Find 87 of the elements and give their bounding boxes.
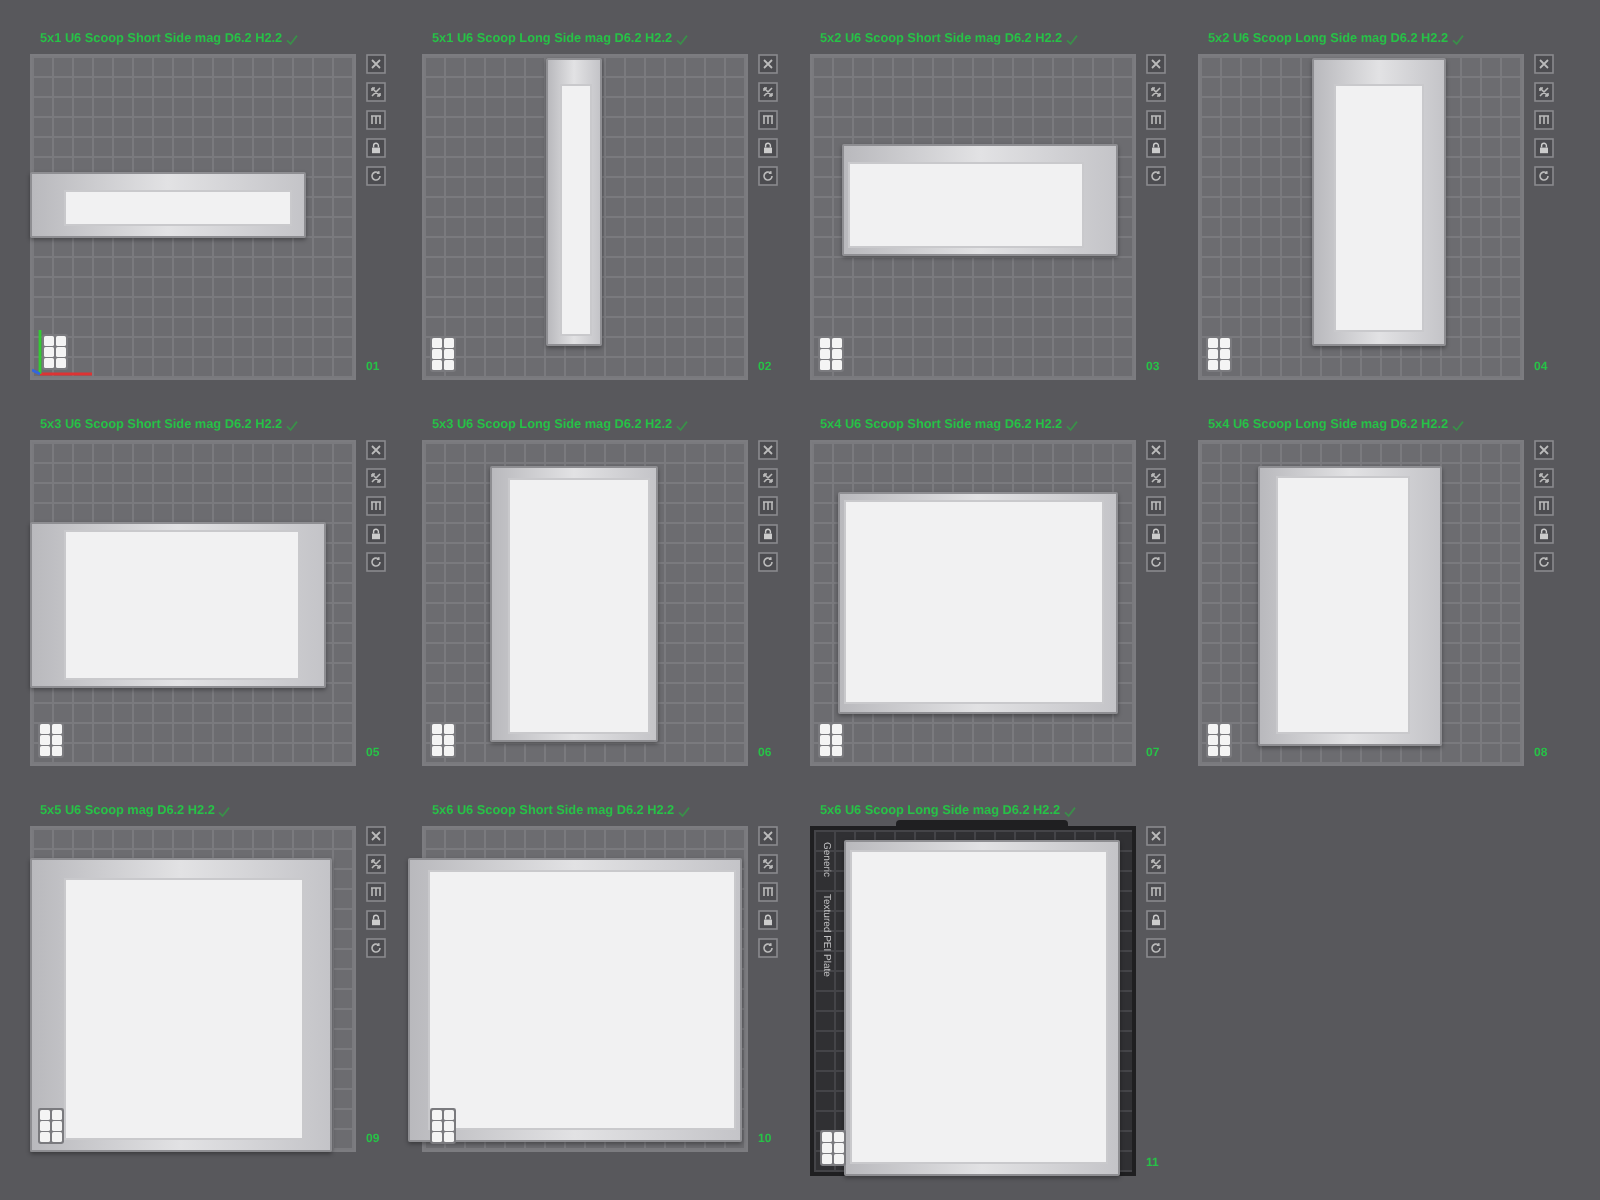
build-plate[interactable] (1198, 54, 1524, 380)
build-plate[interactable] (30, 440, 356, 766)
axes-icon (32, 330, 92, 378)
grid-tiles-icon (38, 722, 64, 758)
grid-tiles-icon (430, 1108, 456, 1144)
bars-icon[interactable] (1146, 110, 1166, 130)
bars-icon[interactable] (366, 882, 386, 902)
close-icon[interactable] (1146, 440, 1166, 460)
rotate-icon[interactable] (1146, 166, 1166, 186)
cross-arrows-icon[interactable] (758, 854, 778, 874)
grid-tiles-icon (42, 334, 68, 370)
lock-icon[interactable] (366, 524, 386, 544)
grid-tiles-icon (430, 722, 456, 758)
cross-arrows-icon[interactable] (1146, 468, 1166, 488)
lock-icon[interactable] (366, 138, 386, 158)
bars-icon[interactable] (1146, 882, 1166, 902)
build-plate[interactable] (810, 54, 1136, 380)
check-icon (676, 420, 689, 432)
build-plate[interactable] (422, 440, 748, 766)
check-icon (676, 34, 689, 46)
lock-icon[interactable] (1146, 138, 1166, 158)
build-plate[interactable] (30, 826, 356, 1152)
build-plate[interactable] (422, 54, 748, 380)
rotate-icon[interactable] (366, 166, 386, 186)
cross-arrows-icon[interactable] (758, 468, 778, 488)
rotate-icon[interactable] (1146, 552, 1166, 572)
rotate-icon[interactable] (1534, 166, 1554, 186)
check-icon (1066, 34, 1079, 46)
rotate-icon[interactable] (366, 938, 386, 958)
grid-tiles-icon (38, 1108, 64, 1144)
build-plate[interactable] (810, 440, 1136, 766)
cross-arrows-icon[interactable] (1146, 854, 1166, 874)
cross-arrows-icon[interactable] (758, 82, 778, 102)
grid-tiles-icon (820, 1130, 846, 1166)
lock-icon[interactable] (1534, 138, 1554, 158)
close-icon[interactable] (366, 440, 386, 460)
check-icon (1064, 806, 1077, 818)
lock-icon[interactable] (758, 138, 778, 158)
rotate-icon[interactable] (366, 552, 386, 572)
close-icon[interactable] (1534, 54, 1554, 74)
grid-tiles-icon (1206, 336, 1232, 372)
cross-arrows-icon[interactable] (1534, 468, 1554, 488)
lock-icon[interactable] (1146, 524, 1166, 544)
lock-icon[interactable] (758, 524, 778, 544)
cross-arrows-icon[interactable] (1534, 82, 1554, 102)
bars-icon[interactable] (1534, 110, 1554, 130)
close-icon[interactable] (1146, 54, 1166, 74)
build-plate[interactable] (1198, 440, 1524, 766)
lock-icon[interactable] (366, 910, 386, 930)
check-icon (1452, 420, 1465, 432)
bars-icon[interactable] (758, 496, 778, 516)
close-icon[interactable] (1534, 440, 1554, 460)
rotate-icon[interactable] (758, 166, 778, 186)
lock-icon[interactable] (1534, 524, 1554, 544)
rotate-icon[interactable] (1146, 938, 1166, 958)
lock-icon[interactable] (1146, 910, 1166, 930)
close-icon[interactable] (366, 54, 386, 74)
rotate-icon[interactable] (758, 938, 778, 958)
lock-icon[interactable] (758, 910, 778, 930)
grid-tiles-icon (818, 722, 844, 758)
bars-icon[interactable] (1146, 496, 1166, 516)
bars-icon[interactable] (758, 882, 778, 902)
cross-arrows-icon[interactable] (366, 82, 386, 102)
close-icon[interactable] (1146, 826, 1166, 846)
bars-icon[interactable] (366, 496, 386, 516)
close-icon[interactable] (758, 440, 778, 460)
grid-tiles-icon (1206, 722, 1232, 758)
cross-arrows-icon[interactable] (366, 468, 386, 488)
bars-icon[interactable] (758, 110, 778, 130)
close-icon[interactable] (758, 54, 778, 74)
rotate-icon[interactable] (758, 552, 778, 572)
cross-arrows-icon[interactable] (1146, 82, 1166, 102)
grid-tiles-icon (818, 336, 844, 372)
check-icon (286, 420, 299, 432)
cross-arrows-icon[interactable] (366, 854, 386, 874)
close-icon[interactable] (366, 826, 386, 846)
grid-tiles-icon (430, 336, 456, 372)
close-icon[interactable] (758, 826, 778, 846)
build-plate[interactable] (30, 54, 356, 380)
check-icon (1452, 34, 1465, 46)
bars-icon[interactable] (366, 110, 386, 130)
check-icon (218, 806, 231, 818)
rotate-icon[interactable] (1534, 552, 1554, 572)
check-icon (1066, 420, 1079, 432)
check-icon (678, 806, 691, 818)
check-icon (286, 34, 299, 46)
bars-icon[interactable] (1534, 496, 1554, 516)
